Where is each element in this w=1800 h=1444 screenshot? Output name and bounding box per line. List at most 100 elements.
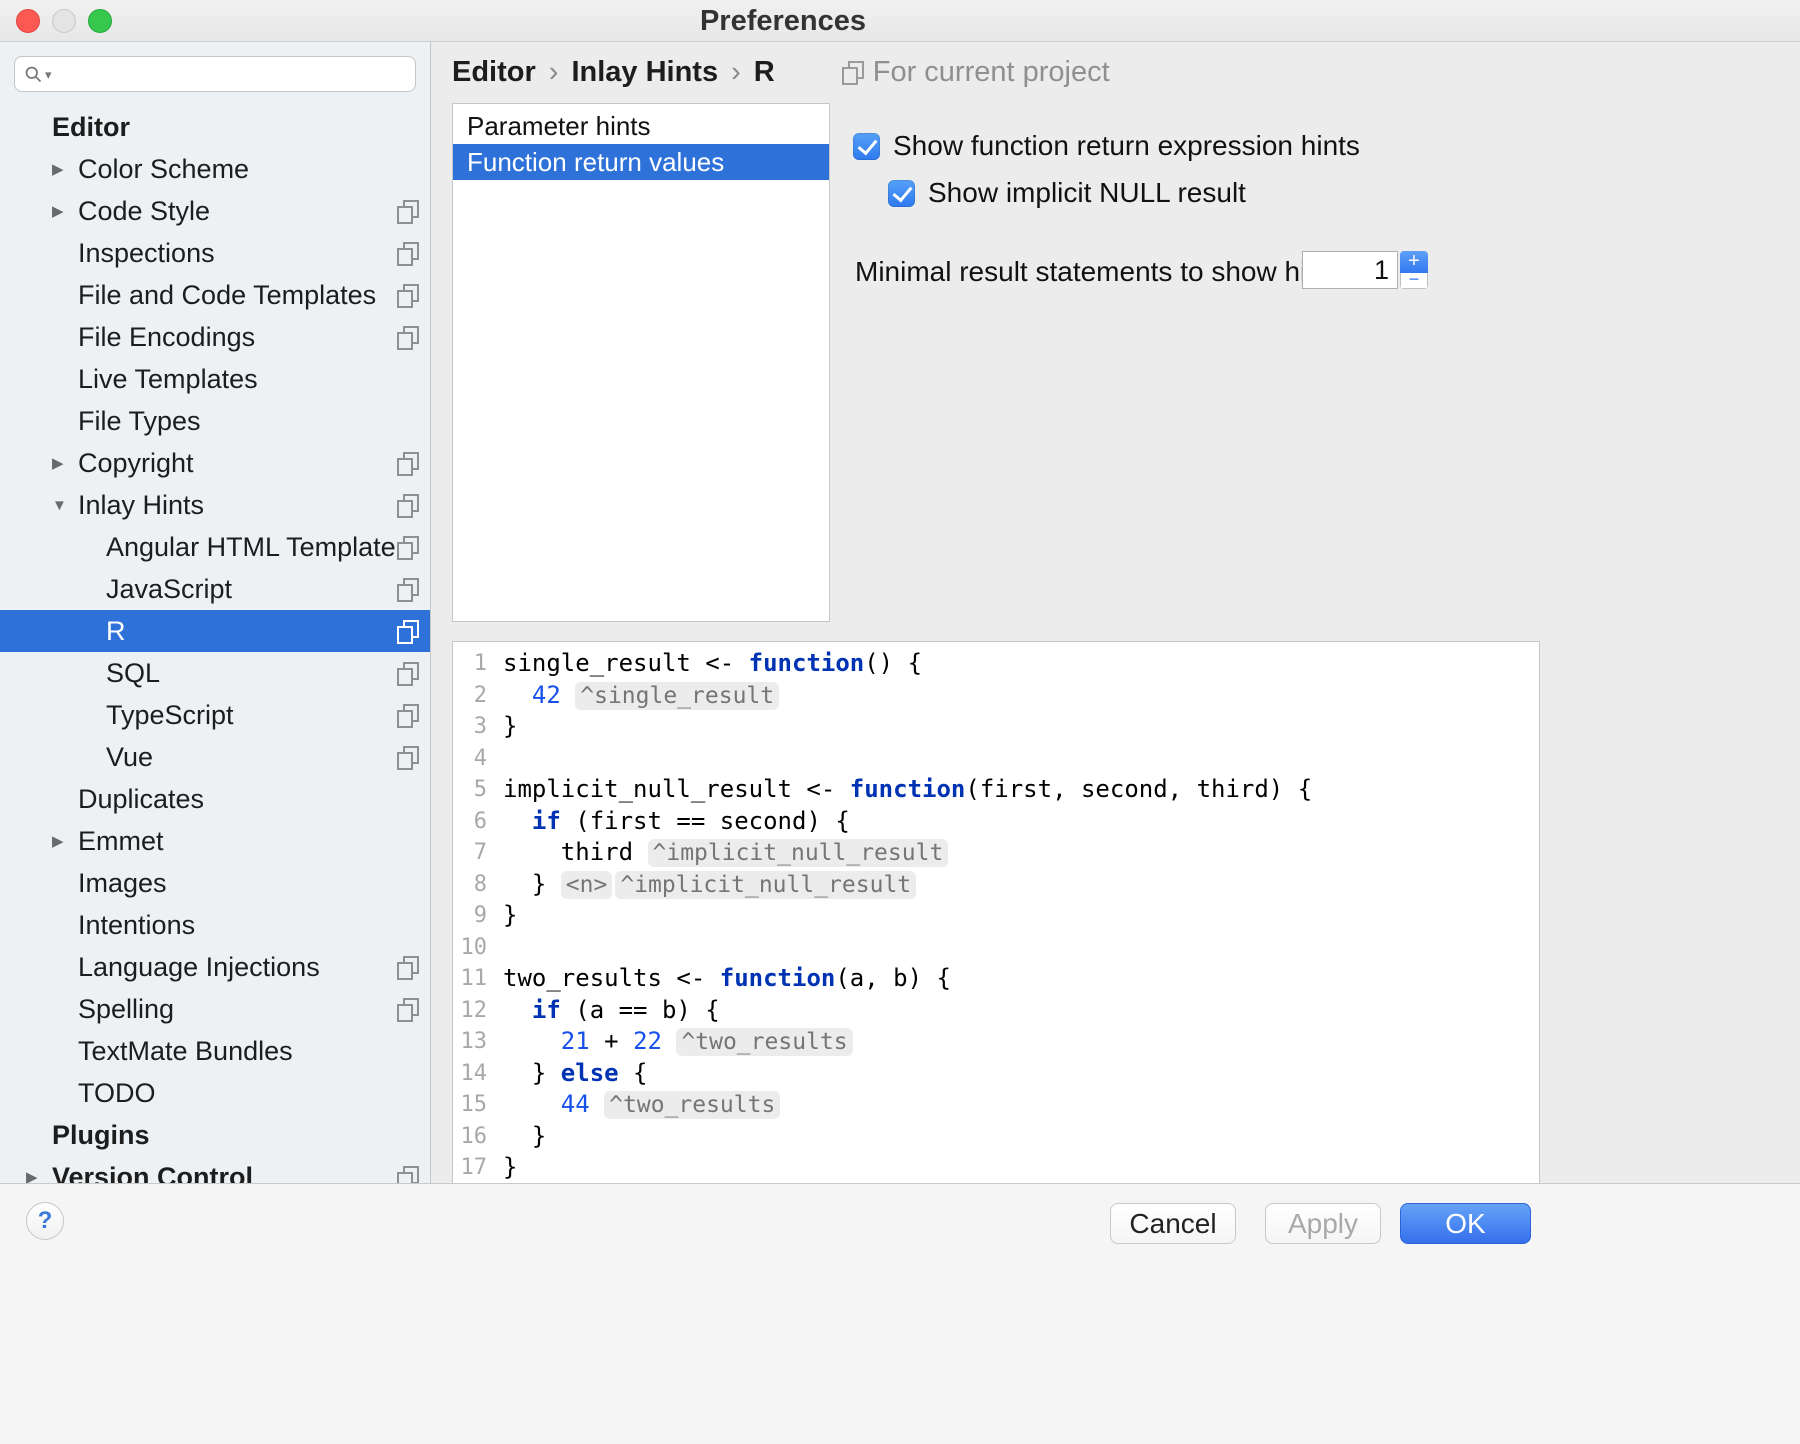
sidebar-item-file-encodings[interactable]: File Encodings [0,316,430,358]
hint-type-function-return-values[interactable]: Function return values [453,144,829,180]
sidebar-item-emmet[interactable]: ▶Emmet [0,820,430,862]
minimal-statements-label: Minimal result statements to show hints [855,256,1344,288]
sidebar-item-inlay-hints[interactable]: ▼Inlay Hints [0,484,430,526]
ok-button[interactable]: OK [1400,1203,1531,1244]
search-icon [23,64,44,85]
inlay-hint: ^two_results [676,1028,852,1056]
sidebar-item-live-templates[interactable]: Live Templates [0,358,430,400]
line-number: 5 [453,774,503,806]
minimal-statements-input[interactable] [1302,251,1398,289]
chevron-expanded-icon[interactable]: ▼ [52,497,78,514]
for-current-project-icon [841,61,863,83]
sidebar-item-duplicates[interactable]: Duplicates [0,778,430,820]
sidebar-item-intentions[interactable]: Intentions [0,904,430,946]
sidebar-tree: Editor▶Color Scheme▶Code StyleInspection… [0,106,430,1183]
line-number: 14 [453,1058,503,1090]
hint-type-parameter-hints[interactable]: Parameter hints [453,108,829,144]
apply-button[interactable]: Apply [1265,1203,1381,1244]
sidebar-item-language-injections[interactable]: Language Injections [0,946,430,988]
breadcrumb-separator-icon: › [549,56,559,89]
sidebar-item-plugins[interactable]: Plugins [0,1114,430,1156]
sidebar-item-label: TextMate Bundles [78,1036,430,1067]
code-text: single_result <- function() { [503,648,1539,680]
chevron-collapsed-icon[interactable]: ▶ [52,832,78,850]
copy-settings-icon [396,1166,418,1183]
search-options-caret-icon[interactable]: ▾ [45,67,52,83]
sidebar-item-javascript[interactable]: JavaScript [0,568,430,610]
line-number: 17 [453,1152,503,1183]
chevron-collapsed-icon[interactable]: ▶ [52,454,78,472]
chevron-collapsed-icon[interactable]: ▶ [52,160,78,178]
code-line: 14 } else { [453,1058,1539,1090]
line-number: 12 [453,995,503,1027]
sidebar-item-copyright[interactable]: ▶Copyright [0,442,430,484]
sidebar-item-inspections[interactable]: Inspections [0,232,430,274]
breadcrumb-r: R [754,56,775,89]
code-line: 9} [453,900,1539,932]
close-button[interactable] [16,9,40,33]
copy-settings-icon [396,578,418,600]
zoom-button[interactable] [88,9,112,33]
inlay-hint: ^single_result [575,682,779,710]
search-field[interactable]: ▾ [14,56,416,92]
sidebar-item-images[interactable]: Images [0,862,430,904]
sidebar-item-file-and-code-templates[interactable]: File and Code Templates [0,274,430,316]
code-line: 7 third ^implicit_null_result [453,837,1539,869]
sidebar-item-color-scheme[interactable]: ▶Color Scheme [0,148,430,190]
copy-settings-icon [396,200,418,222]
sidebar-item-sql[interactable]: SQL [0,652,430,694]
copy-settings-icon [396,746,418,768]
sidebar-item-textmate-bundles[interactable]: TextMate Bundles [0,1030,430,1072]
sidebar-item-r[interactable]: R [0,610,430,652]
code-line: 17} [453,1152,1539,1183]
sidebar-item-angular-html-template[interactable]: Angular HTML Template [0,526,430,568]
sidebar-item-editor[interactable]: Editor [0,106,430,148]
sidebar-item-file-types[interactable]: File Types [0,400,430,442]
breadcrumb-inlay-hints[interactable]: Inlay Hints [571,56,718,89]
code-lines: 1single_result <- function() {2 42 ^sing… [453,648,1539,1183]
sidebar-item-label: File and Code Templates [78,280,396,311]
breadcrumb-editor[interactable]: Editor [452,56,536,89]
code-line: 5implicit_null_result <- function(first,… [453,774,1539,806]
sidebar-item-vue[interactable]: Vue [0,736,430,778]
minimize-button [52,9,76,33]
minimal-statements-stepper: + − [1400,251,1428,289]
code-line: 8 } <n>^implicit_null_result [453,869,1539,901]
decrement-button[interactable]: − [1400,273,1428,289]
line-number: 1 [453,648,503,680]
settings-search-input[interactable] [56,59,407,90]
line-number: 16 [453,1121,503,1153]
sidebar-item-label: File Types [78,406,430,437]
line-number: 7 [453,837,503,869]
chevron-collapsed-icon[interactable]: ▶ [26,1168,52,1183]
sidebar-item-label: Code Style [78,196,396,227]
code-text: } <n>^implicit_null_result [503,869,1539,901]
sidebar-item-label: Angular HTML Template [106,532,396,563]
code-line: 11two_results <- function(a, b) { [453,963,1539,995]
show-return-hints-checkbox[interactable] [853,133,880,160]
sidebar-item-spelling[interactable]: Spelling [0,988,430,1030]
sidebar-item-typescript[interactable]: TypeScript [0,694,430,736]
chevron-collapsed-icon[interactable]: ▶ [52,202,78,220]
copy-settings-icon [396,452,418,474]
sidebar-item-label: Inlay Hints [78,490,396,521]
code-line: 15 44 ^two_results [453,1089,1539,1121]
line-number: 8 [453,869,503,901]
show-implicit-null-checkbox[interactable] [888,180,915,207]
search-area: ▾ [0,42,430,102]
code-text: two_results <- function(a, b) { [503,963,1539,995]
code-preview-panel[interactable]: 1single_result <- function() {2 42 ^sing… [452,641,1540,1183]
sidebar-item-version-control[interactable]: ▶Version Control [0,1156,430,1183]
sidebar-item-todo[interactable]: TODO [0,1072,430,1114]
cancel-button[interactable]: Cancel [1110,1203,1236,1244]
code-text: } else { [503,1058,1539,1090]
sidebar-item-label: Inspections [78,238,396,269]
help-button[interactable]: ? [26,1202,64,1240]
copy-settings-icon [396,284,418,306]
code-text [503,743,1539,775]
line-number: 3 [453,711,503,743]
code-line: 13 21 + 22 ^two_results [453,1026,1539,1058]
line-number: 9 [453,900,503,932]
sidebar-item-code-style[interactable]: ▶Code Style [0,190,430,232]
code-text: } [503,711,1539,743]
